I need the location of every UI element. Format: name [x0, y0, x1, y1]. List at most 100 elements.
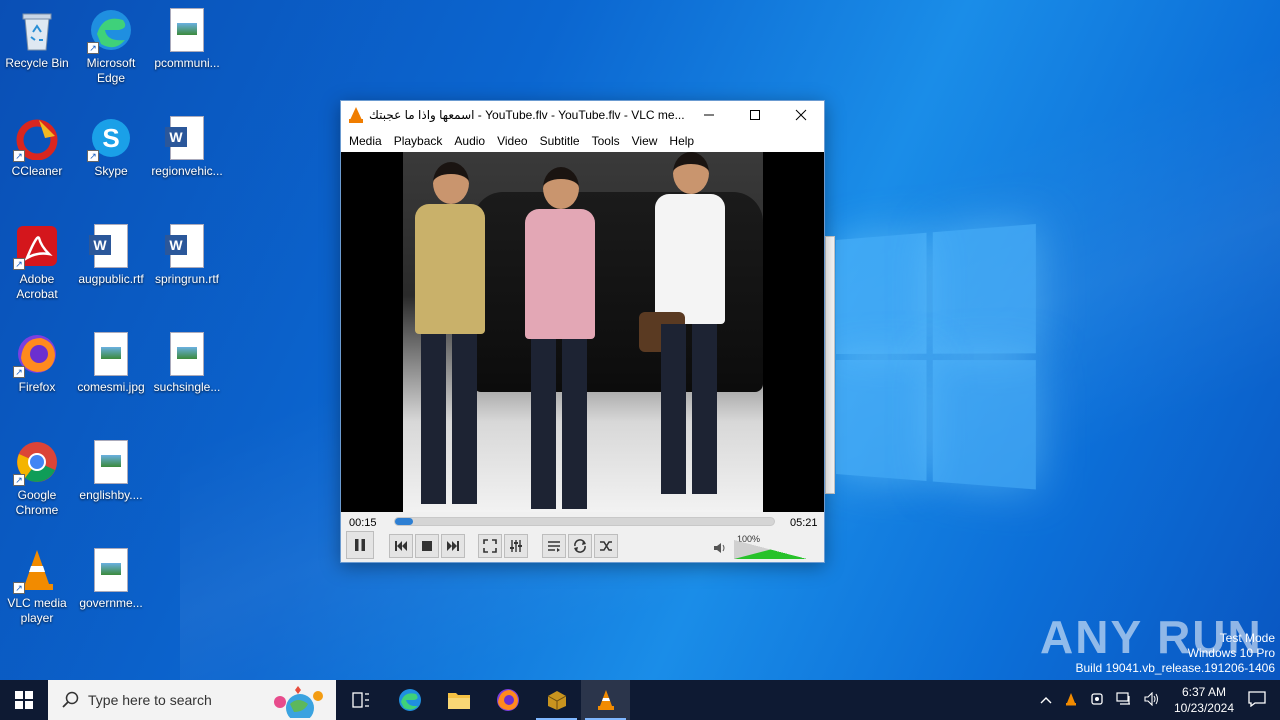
edge-icon [398, 689, 421, 711]
previous-button[interactable] [389, 534, 413, 558]
speaker-icon[interactable] [713, 542, 727, 557]
maximize-button[interactable] [732, 101, 778, 129]
skype-icon: S ↗ [87, 116, 133, 162]
window-title: اسمعها واذا ما عجبتك - YouTube.flv - You… [369, 108, 685, 122]
taskbar-file-explorer[interactable] [434, 680, 483, 720]
video-area[interactable] [341, 152, 824, 512]
shuffle-button[interactable] [594, 534, 618, 558]
menu-media[interactable]: Media [343, 134, 388, 148]
recycle-bin-icon [15, 8, 59, 52]
seek-bar[interactable] [394, 517, 775, 526]
search-highlight-icon [274, 686, 323, 718]
background-window-edge [825, 236, 835, 494]
desktop-icon-label: Skype [94, 164, 128, 178]
desktop-icon-augpublic[interactable]: W augpublic.rtf [74, 224, 148, 287]
word-document-icon: W [89, 224, 133, 268]
minimize-button[interactable] [686, 101, 732, 129]
action-center-button[interactable] [1248, 690, 1266, 710]
next-button[interactable] [441, 534, 465, 558]
word-document-icon: W [165, 116, 209, 160]
taskbar-archive-app[interactable] [532, 680, 581, 720]
desktop-icon-label: englishby.... [79, 488, 143, 502]
video-frame [403, 152, 763, 512]
desktop-icon-microsoft-edge[interactable]: ↗ Microsoft Edge [74, 8, 148, 86]
desktop-icon-springrun[interactable]: W springrun.rtf [150, 224, 224, 287]
windows-start-icon [15, 691, 33, 709]
desktop-icon-suchsingle[interactable]: suchsingle... [150, 332, 224, 395]
desktop-icon-ccleaner[interactable]: ↗ CCleaner [0, 116, 74, 179]
shuffle-icon [600, 541, 612, 551]
elapsed-time: 00:15 [349, 517, 377, 529]
vlc-menubar: Media Playback Audio Video Subtitle Tool… [341, 129, 824, 152]
desktop-icon-label: suchsingle... [153, 380, 221, 394]
vlc-cone-icon [349, 107, 363, 123]
word-document-icon: W [165, 224, 209, 268]
show-hidden-icons-button[interactable] [1040, 693, 1052, 707]
desktop-icon-label: governme... [79, 596, 143, 610]
speaker-icon [1144, 691, 1158, 706]
desktop-icon-vlc-media-player[interactable]: ↗ VLC media player [0, 548, 74, 626]
tray-network[interactable] [1116, 691, 1132, 709]
menu-playback[interactable]: Playback [388, 134, 449, 148]
desktop-icon-label: augpublic.rtf [78, 272, 144, 286]
pause-button[interactable] [346, 531, 374, 559]
desktop-icon-recycle-bin[interactable]: Recycle Bin [0, 8, 74, 71]
desktop-icon-label: regionvehic... [151, 164, 223, 178]
vlc-window[interactable]: اسمعها واذا ما عجبتك - YouTube.flv - You… [340, 100, 825, 563]
menu-help[interactable]: Help [663, 134, 700, 148]
taskbar-search-box[interactable]: Type here to search [48, 680, 336, 720]
desktop-icon-comesmi[interactable]: comesmi.jpg [74, 332, 148, 395]
start-button[interactable] [0, 680, 48, 720]
desktop-icon-skype[interactable]: S ↗ Skype [74, 116, 148, 179]
desktop-icon-governme[interactable]: governme... [74, 548, 148, 611]
menu-audio[interactable]: Audio [448, 134, 491, 148]
menu-video[interactable]: Video [491, 134, 533, 148]
search-icon [62, 691, 79, 708]
firefox-icon [496, 689, 519, 711]
task-view-button[interactable] [336, 680, 385, 720]
tray-vlc[interactable] [1064, 692, 1078, 709]
playlist-button[interactable] [542, 534, 566, 558]
desktop-icon-label: Firefox [18, 380, 56, 394]
desktop-icon-regionvehic[interactable]: W regionvehic... [150, 116, 224, 179]
image-file-icon [165, 8, 209, 52]
volume-slider[interactable] [734, 540, 807, 559]
menu-subtitle[interactable]: Subtitle [534, 134, 586, 148]
desktop-icon-englishby[interactable]: englishby.... [74, 440, 148, 503]
taskbar-clock[interactable]: 6:37 AM 10/23/2024 [1174, 684, 1234, 716]
maximize-icon [750, 110, 760, 120]
desktop-icon-label: springrun.rtf [154, 272, 220, 286]
desktop-icon-adobe-acrobat[interactable]: ↗ Adobe Acrobat [0, 224, 74, 302]
clock-date: 10/23/2024 [1173, 701, 1234, 715]
pause-icon [355, 539, 365, 551]
extended-settings-button[interactable] [504, 534, 528, 558]
tray-device[interactable] [1090, 692, 1104, 709]
desktop-icon-pcommuni[interactable]: pcommuni... [150, 8, 224, 71]
taskbar-edge[interactable] [385, 680, 434, 720]
close-button[interactable] [778, 101, 824, 129]
desktop-icon-firefox[interactable]: ↗ Firefox [0, 332, 74, 395]
notification-icon [1248, 690, 1266, 707]
vlc-titlebar[interactable]: اسمعها واذا ما عجبتك - YouTube.flv - You… [341, 101, 824, 129]
edge-icon: ↗ [87, 8, 133, 54]
taskbar: Type here to search 6:37 AM 10/23/2024 [0, 680, 1280, 720]
taskbar-firefox[interactable] [483, 680, 532, 720]
package-icon [547, 691, 566, 710]
desktop-icon-google-chrome[interactable]: ↗ Google Chrome [0, 440, 74, 518]
image-file-icon [165, 332, 209, 376]
stop-button[interactable] [415, 534, 439, 558]
menu-tools[interactable]: Tools [586, 134, 626, 148]
taskbar-vlc[interactable] [581, 680, 630, 720]
menu-view[interactable]: View [626, 134, 664, 148]
image-file-icon [89, 548, 133, 592]
system-watermark: Test Mode Windows 10 Pro Build 19041.vb_… [1076, 631, 1276, 676]
fullscreen-button[interactable] [478, 534, 502, 558]
desktop-icon-label: VLC media player [7, 596, 67, 625]
desktop-icon-label: Microsoft Edge [86, 56, 136, 85]
clock-time: 6:37 AM [1181, 685, 1226, 699]
tray-volume[interactable] [1144, 691, 1160, 709]
loop-button[interactable] [568, 534, 592, 558]
desktop-icon-label: pcommuni... [154, 56, 220, 70]
watermark-line1: Test Mode [1219, 631, 1275, 645]
vlc-cone-icon: ↗ [13, 548, 59, 594]
